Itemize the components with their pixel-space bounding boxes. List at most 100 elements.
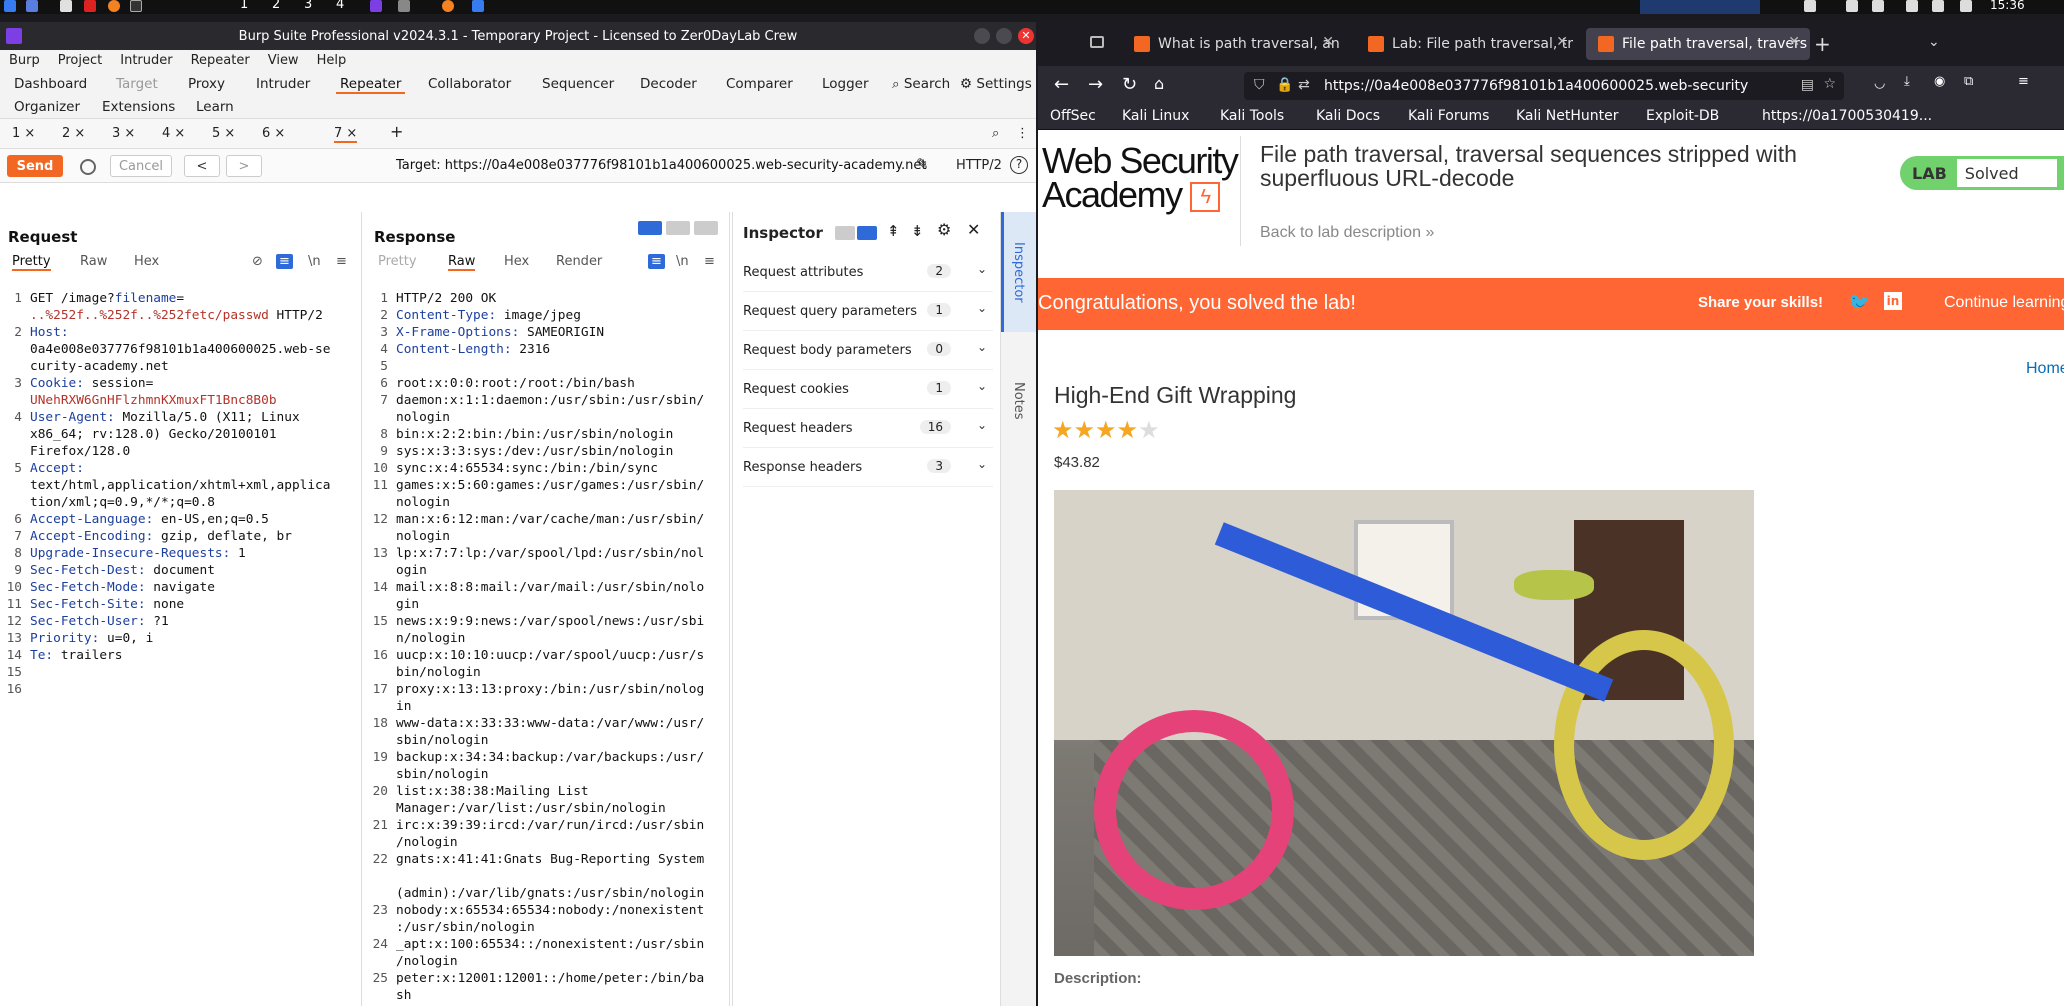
bookmark-kali-nethunter[interactable]: Kali NetHunter	[1516, 108, 1618, 124]
layout-split-icon[interactable]	[638, 221, 662, 235]
repeater-tab-3[interactable]: 3 ×	[112, 126, 135, 141]
maximize-button[interactable]	[996, 28, 1012, 44]
bookmark-exploit-db[interactable]: Exploit-DB	[1646, 108, 1719, 124]
menu-burp[interactable]: Burp	[0, 53, 49, 68]
newline-toggle[interactable]: \n	[308, 254, 321, 269]
firefox-taskbar-icon[interactable]	[442, 0, 454, 12]
tab-repeater[interactable]: Repeater	[336, 76, 406, 94]
power-icon[interactable]	[1960, 0, 1972, 12]
lock-icon[interactable]: 🔒	[1276, 77, 1293, 93]
network-icon[interactable]	[1846, 0, 1858, 12]
hide-icon[interactable]: ⊘	[252, 254, 263, 269]
inspector-gear-icon[interactable]: ⚙	[937, 220, 951, 239]
tab-sequencer[interactable]: Sequencer	[538, 76, 618, 92]
firefox-icon[interactable]	[108, 0, 120, 12]
ff-tab-3[interactable]: File path traversal, travers ✕	[1586, 28, 1810, 60]
response-actions-icon[interactable]: ≡	[648, 254, 665, 269]
help-icon[interactable]: ?	[1010, 156, 1028, 174]
permissions-icon[interactable]: ⇄	[1298, 77, 1310, 93]
repeater-tab-1[interactable]: 1 ×	[12, 126, 35, 141]
bookmark-kali-tools[interactable]: Kali Tools	[1220, 108, 1284, 124]
tab-extensions[interactable]: Extensions	[98, 99, 179, 115]
inspector-row[interactable]: Request query parameters 1 ⌄	[743, 295, 993, 331]
workspace-1[interactable]: 1	[240, 0, 248, 12]
response-tab-pretty[interactable]: Pretty	[378, 254, 417, 269]
bookmark-kali-forums[interactable]: Kali Forums	[1408, 108, 1489, 124]
repeater-tab-7[interactable]: 7 ×	[334, 126, 358, 143]
bookmark-star-icon[interactable]: ☆	[1823, 76, 1836, 92]
app-menu-icon[interactable]: ≡	[2018, 74, 2029, 89]
close-button[interactable]: ✕	[1018, 28, 1034, 44]
http-version[interactable]: HTTP/2	[956, 158, 1002, 173]
new-tab-button[interactable]: +	[1814, 32, 1831, 56]
workspace-3[interactable]: 3	[304, 0, 312, 12]
download-icon[interactable]	[472, 0, 484, 12]
app-taskbar-icon[interactable]	[398, 0, 410, 12]
menu-view[interactable]: View	[259, 53, 308, 68]
back-icon[interactable]: ←	[1054, 74, 1069, 95]
shield-icon[interactable]: ⛉	[1254, 77, 1265, 93]
bookmark-offsec[interactable]: OffSec	[1050, 108, 1096, 124]
tab-list-icon[interactable]: ⌄	[1928, 34, 1940, 50]
menu-project[interactable]: Project	[49, 53, 111, 68]
minimize-button[interactable]	[974, 28, 990, 44]
home-icon[interactable]: ⌂	[1154, 74, 1164, 93]
menu-repeater[interactable]: Repeater	[182, 53, 259, 68]
side-tab-inspector[interactable]: Inspector	[1011, 242, 1026, 303]
tab-logger[interactable]: Logger	[818, 76, 873, 92]
terminal-app-icon[interactable]	[130, 0, 142, 12]
tab-search[interactable]: ⌕ Search	[888, 76, 954, 92]
tab-organizer[interactable]: Organizer	[10, 99, 84, 115]
forward-button[interactable]: >	[226, 155, 262, 177]
account-icon[interactable]: ◉	[1934, 74, 1945, 89]
layout-tabs-icon[interactable]	[694, 221, 718, 235]
collapse-icon[interactable]: ⇟	[911, 222, 924, 240]
desktop-icon[interactable]	[26, 0, 38, 12]
linkedin-icon[interactable]: in	[1884, 292, 1902, 310]
layout-horizontal-icon[interactable]	[666, 221, 690, 235]
tab-proxy[interactable]: Proxy	[184, 76, 229, 92]
tab-collaborator[interactable]: Collaborator	[424, 76, 515, 92]
settings-icon[interactable]	[80, 159, 96, 175]
terminal-icon[interactable]	[84, 0, 96, 12]
cancel-button[interactable]: Cancel	[110, 155, 172, 177]
extensions-icon[interactable]: ⧉	[1964, 74, 1973, 89]
request-menu-icon[interactable]: ≡	[336, 254, 347, 269]
volume-icon[interactable]	[1872, 0, 1884, 12]
side-tab-notes[interactable]: Notes	[1011, 382, 1026, 420]
tab-comparer[interactable]: Comparer	[722, 76, 797, 92]
window-icon[interactable]	[1804, 0, 1816, 12]
repeater-tab-6[interactable]: 6 ×	[262, 126, 285, 141]
close-tab-icon[interactable]: ✕	[1788, 34, 1800, 50]
repeater-tab-5[interactable]: 5 ×	[212, 126, 235, 141]
tab-settings[interactable]: ⚙ Settings	[956, 76, 1036, 92]
bookmark-kali-linux[interactable]: Kali Linux	[1122, 108, 1189, 124]
request-tab-raw[interactable]: Raw	[80, 254, 107, 269]
inspector-layout2-icon[interactable]	[857, 226, 877, 240]
add-tab-button[interactable]: +	[390, 122, 403, 141]
ff-tab-1[interactable]: What is path traversal, an ✕	[1122, 28, 1344, 60]
tab-target[interactable]: Target	[112, 76, 162, 92]
bookmark-kali-docs[interactable]: Kali Docs	[1316, 108, 1380, 124]
inspector-close-icon[interactable]: ✕	[967, 220, 980, 239]
tab-decoder[interactable]: Decoder	[636, 76, 701, 92]
url-bar[interactable]: ⛉ 🔒 ⇄ https://0a4e008e037776f98101b1a400…	[1244, 72, 1844, 100]
tab-intruder[interactable]: Intruder	[252, 76, 314, 92]
message-actions-icon[interactable]: ≡	[276, 254, 293, 269]
inspector-row[interactable]: Response headers 3 ⌄	[743, 451, 993, 487]
menu-help[interactable]: Help	[308, 53, 356, 68]
inspector-layout-icon[interactable]	[835, 226, 855, 240]
tab-dashboard[interactable]: Dashboard	[10, 76, 91, 92]
forward-icon[interactable]: →	[1088, 74, 1103, 95]
file-manager-icon[interactable]	[60, 0, 72, 12]
repeater-tab-2[interactable]: 2 ×	[62, 126, 85, 141]
bookmark-lab-url[interactable]: https://0a1700530419...	[1762, 108, 1932, 124]
request-tab-hex[interactable]: Hex	[134, 254, 159, 269]
downloads-icon[interactable]: ⤓	[1904, 74, 1910, 89]
menu-intruder[interactable]: Intruder	[111, 53, 181, 68]
repeater-tab-4[interactable]: 4 ×	[162, 126, 185, 141]
response-tab-raw[interactable]: Raw	[448, 254, 476, 271]
close-tab-icon[interactable]: ✕	[1556, 34, 1568, 50]
response-tab-hex[interactable]: Hex	[504, 254, 529, 269]
inspector-row[interactable]: Request body parameters 0 ⌄	[743, 334, 993, 370]
